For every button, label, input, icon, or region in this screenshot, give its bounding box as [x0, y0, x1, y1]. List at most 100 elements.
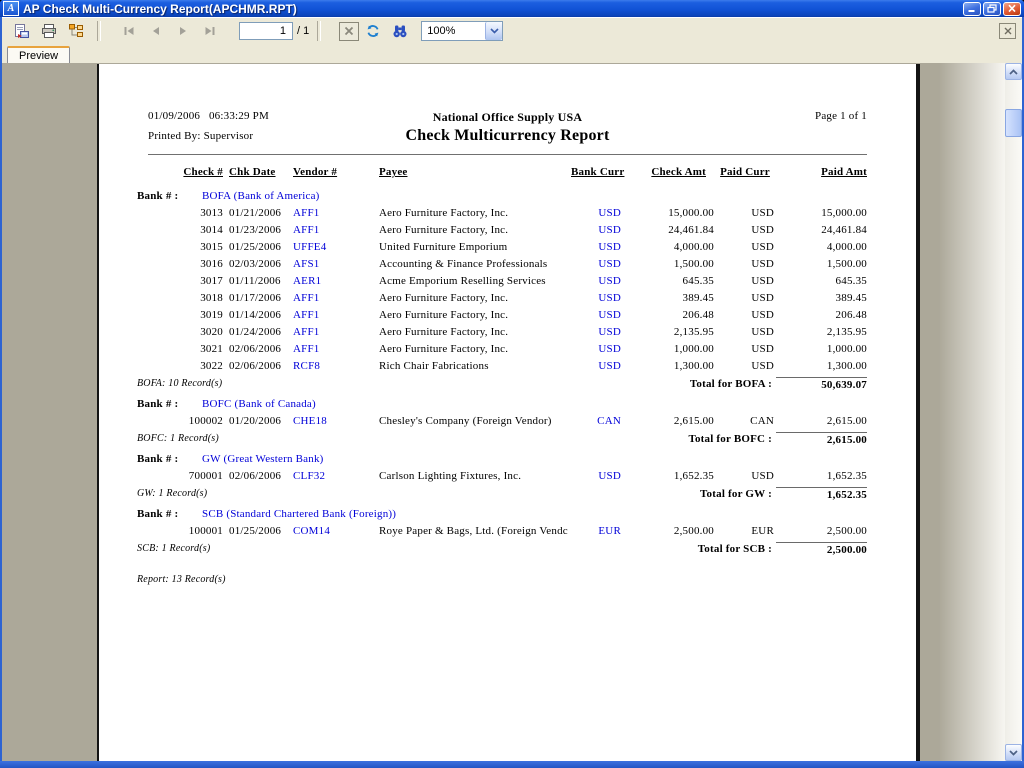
app-icon-letter: A: [8, 3, 15, 14]
close-x-icon: [1003, 26, 1013, 36]
group-rows: 700001 02/06/2006 CLF32 Carlson Lighting…: [137, 468, 867, 485]
report-content: 01/09/2006 06:33:29 PM National Office S…: [99, 64, 867, 585]
print-button[interactable]: [36, 20, 61, 42]
cell-check-amount: 1,000.00: [621, 341, 714, 358]
cell-paid-currency: USD: [714, 468, 776, 485]
cell-check-number: 700001: [148, 468, 223, 485]
scroll-up-button[interactable]: [1005, 63, 1022, 80]
stop-button[interactable]: [339, 22, 359, 41]
cell-bank-currency: EUR: [569, 523, 621, 540]
cell-vendor-code: AFS1: [293, 256, 379, 273]
report-viewport: 01/09/2006 06:33:29 PM National Office S…: [2, 63, 1022, 761]
cell-payee: Aero Furniture Factory, Inc.: [379, 341, 569, 358]
workspace-fade: [939, 63, 1005, 761]
cell-paid-amount: 389.45: [776, 290, 867, 307]
next-page-button[interactable]: [170, 20, 195, 42]
zoom-dropdown-button[interactable]: [485, 22, 502, 40]
table-row: 3018 01/17/2006 AFF1 Aero Furniture Fact…: [148, 290, 867, 307]
cell-check-amount: 1,500.00: [621, 256, 714, 273]
cell-vendor-code: AFF1: [293, 222, 379, 239]
cell-paid-amount: 24,461.84: [776, 222, 867, 239]
vertical-scrollbar[interactable]: [1005, 63, 1022, 761]
cell-payee: Roye Paper & Bags, Ltd. (Foreign Vendc: [379, 523, 569, 540]
cell-paid-amount: 2,135.95: [776, 324, 867, 341]
cell-check-number: 3014: [148, 222, 223, 239]
toolbar-separator: [317, 21, 321, 41]
table-row: 3015 01/25/2006 UFFE4 United Furniture E…: [148, 239, 867, 256]
header-rule: [148, 154, 867, 155]
cell-check-date: 01/17/2006: [223, 290, 293, 307]
window-title: AP Check Multi-Currency Report(APCHMR.RP…: [23, 2, 963, 16]
table-row: 700001 02/06/2006 CLF32 Carlson Lighting…: [148, 468, 867, 485]
bank-group-header: Bank # :BOFA (Bank of America): [137, 188, 867, 205]
group-tree-toggle-button[interactable]: [63, 20, 88, 42]
cell-vendor-code: AFF1: [293, 205, 379, 222]
zoom-select[interactable]: 100%: [421, 21, 503, 41]
search-button[interactable]: [387, 20, 412, 42]
cell-check-date: 02/06/2006: [223, 341, 293, 358]
cell-vendor-code: CHE18: [293, 413, 379, 430]
cell-vendor-code: CLF32: [293, 468, 379, 485]
stop-icon: [343, 25, 355, 37]
group-total-label: Total for BOFC :: [688, 432, 772, 446]
app-icon[interactable]: A: [3, 1, 19, 16]
close-button[interactable]: [1003, 2, 1021, 16]
group-total-label: Total for GW :: [700, 487, 772, 501]
scroll-thumb[interactable]: [1005, 109, 1022, 137]
table-row: 3022 02/06/2006 RCF8 Rich Chair Fabricat…: [148, 358, 867, 375]
close-preview-button[interactable]: [999, 23, 1016, 39]
refresh-button[interactable]: [360, 20, 385, 42]
last-page-button[interactable]: [197, 20, 222, 42]
group-total-amount: 1,652.35: [776, 487, 867, 503]
tab-strip: Preview: [2, 44, 1022, 63]
column-header-payee: Payee: [379, 166, 569, 185]
restore-button[interactable]: [983, 2, 1001, 16]
page-navigation: [115, 20, 223, 42]
company-name: National Office Supply USA: [378, 110, 637, 125]
cell-check-date: 01/25/2006: [223, 523, 293, 540]
cell-paid-amount: 1,000.00: [776, 341, 867, 358]
report-groups: Bank # :BOFA (Bank of America) 3013 01/2…: [137, 188, 867, 561]
page-number-input[interactable]: [239, 22, 293, 40]
zoom-value: 100%: [422, 25, 485, 37]
tab-preview[interactable]: Preview: [7, 46, 70, 63]
export-button[interactable]: [9, 20, 34, 42]
bank-group-footer: SCB: 1 Record(s) Total for SCB : 2,500.0…: [137, 540, 867, 561]
cell-check-date: 01/11/2006: [223, 273, 293, 290]
cell-check-amount: 2,615.00: [621, 413, 714, 430]
group-total-amount: 2,500.00: [776, 542, 867, 558]
column-headers: Check # Chk Date Vendor # Payee Bank Cur…: [148, 166, 867, 185]
cell-check-number: 3022: [148, 358, 223, 375]
column-header-check-amount: Check Amt: [621, 166, 714, 185]
bank-number-label: Bank # :: [137, 506, 202, 522]
cell-check-number: 100001: [148, 523, 223, 540]
cell-check-number: 100002: [148, 413, 223, 430]
first-page-icon: [121, 23, 137, 39]
bank-group: Bank # :BOFC (Bank of Canada) 100002 01/…: [137, 396, 867, 451]
cell-paid-currency: USD: [714, 222, 776, 239]
cell-paid-currency: CAN: [714, 413, 776, 430]
cell-check-date: 02/03/2006: [223, 256, 293, 273]
group-total-amount: 2,615.00: [776, 432, 867, 448]
cell-paid-amount: 206.48: [776, 307, 867, 324]
cell-check-amount: 1,652.35: [621, 468, 714, 485]
bank-group-footer: GW: 1 Record(s) Total for GW : 1,652.35: [137, 485, 867, 506]
column-header-check-number: Check #: [148, 166, 223, 185]
first-page-button[interactable]: [116, 20, 141, 42]
cell-bank-currency: USD: [569, 239, 621, 256]
table-row: 3014 01/23/2006 AFF1 Aero Furniture Fact…: [148, 222, 867, 239]
group-total-label: Total for SCB :: [698, 542, 772, 556]
cell-check-number: 3020: [148, 324, 223, 341]
scroll-down-button[interactable]: [1005, 744, 1022, 761]
previous-page-button[interactable]: [143, 20, 168, 42]
last-page-icon: [202, 23, 218, 39]
cell-payee: Accounting & Finance Professionals: [379, 256, 569, 273]
chevron-down-icon: [490, 28, 499, 34]
cell-bank-currency: USD: [569, 256, 621, 273]
cell-paid-currency: USD: [714, 324, 776, 341]
minimize-button[interactable]: [963, 2, 981, 16]
table-row: 3013 01/21/2006 AFF1 Aero Furniture Fact…: [148, 205, 867, 222]
cell-bank-currency: USD: [569, 205, 621, 222]
table-row: 100001 01/25/2006 COM14 Roye Paper & Bag…: [148, 523, 867, 540]
report-header: 01/09/2006 06:33:29 PM National Office S…: [148, 110, 867, 145]
